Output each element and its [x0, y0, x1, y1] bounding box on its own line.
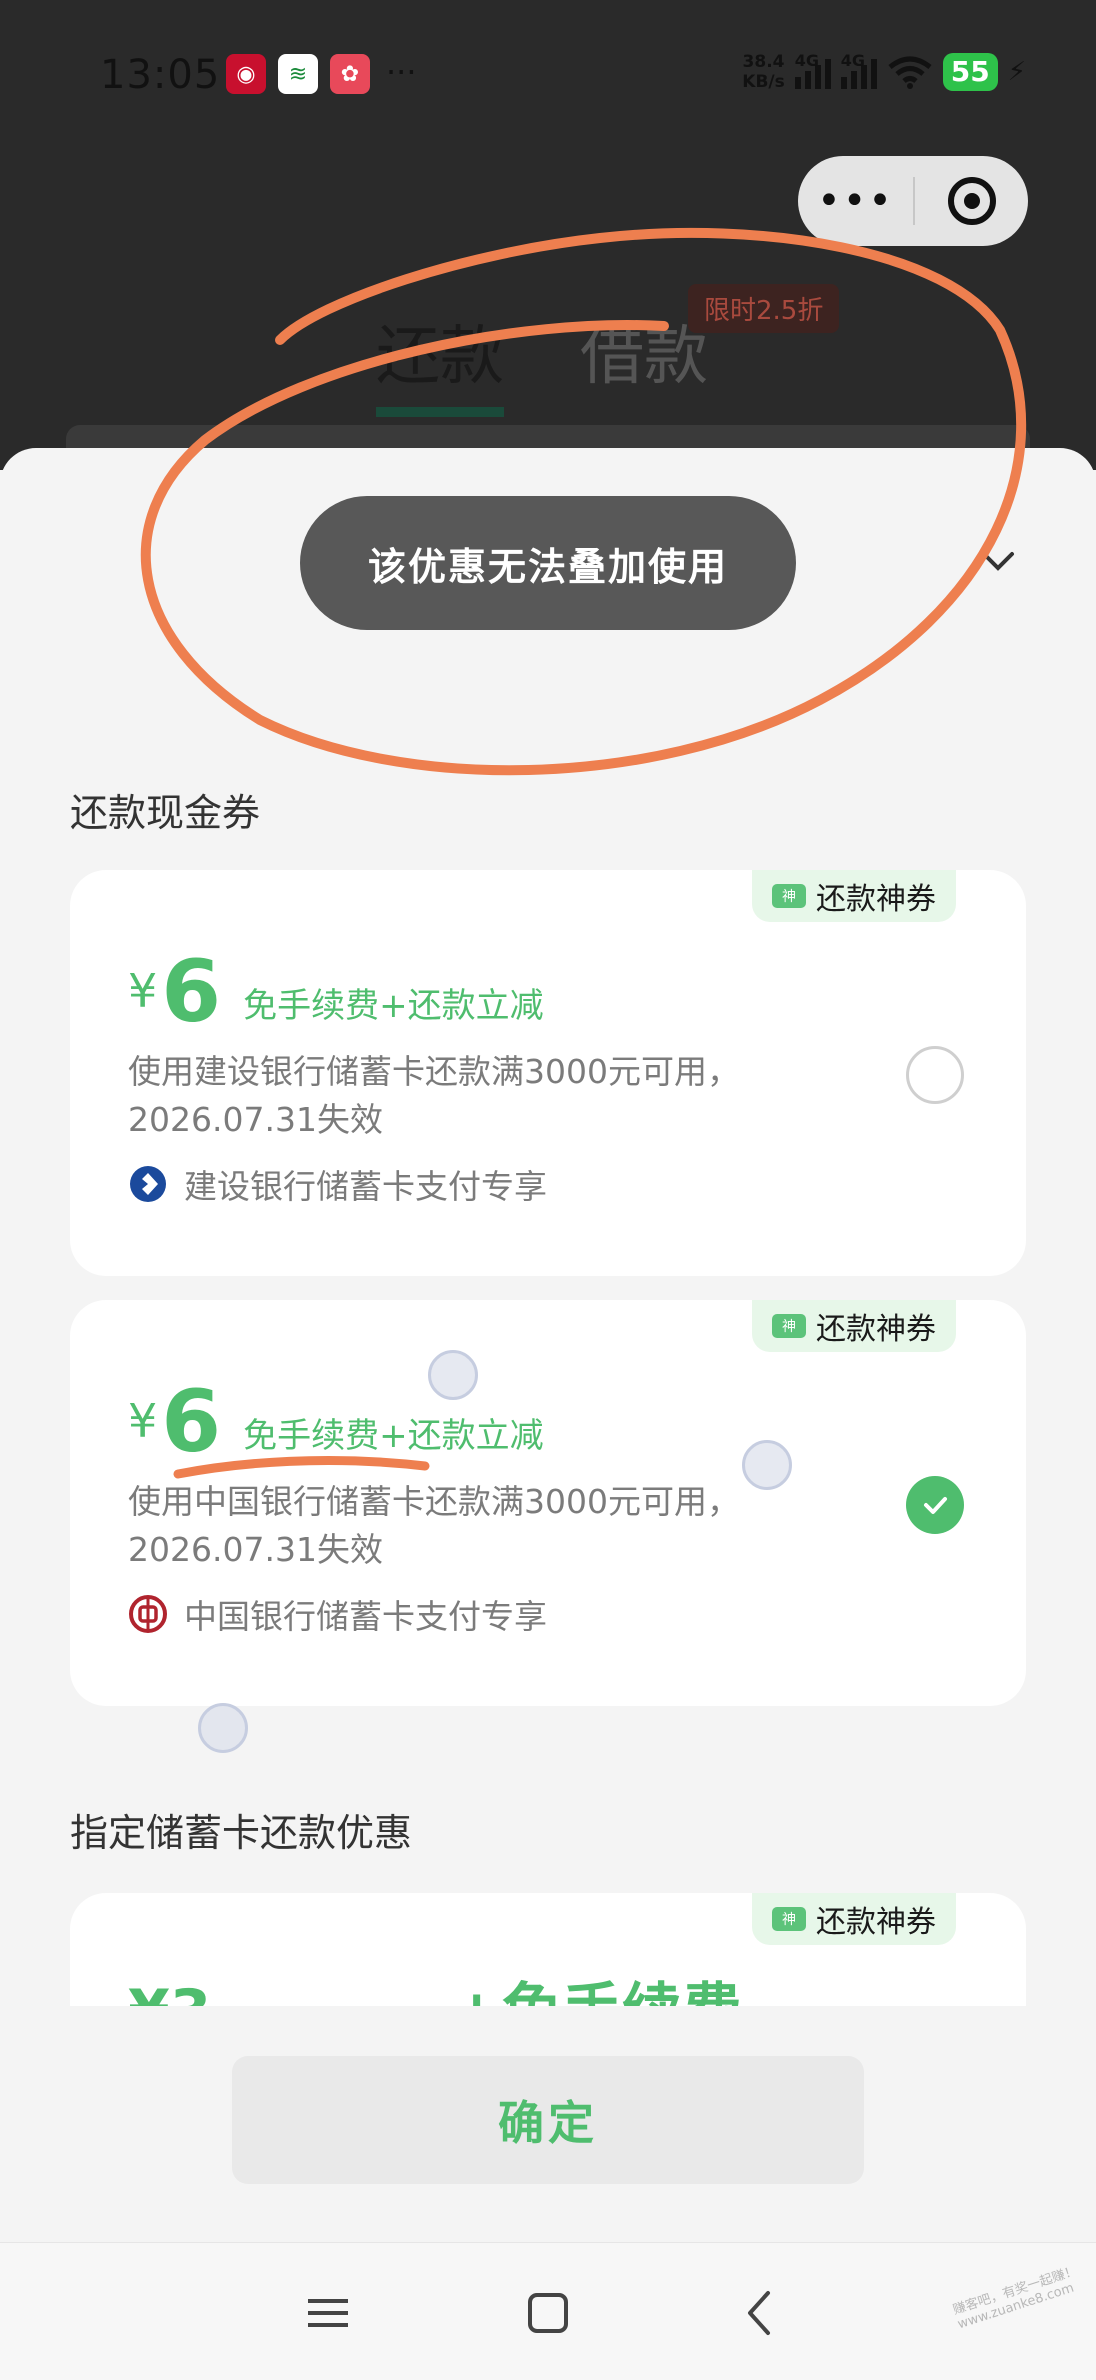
miniprogram-capsule: ••• [798, 156, 1028, 246]
section-title-cash-coupons: 还款现金券 [70, 791, 261, 835]
close-miniprogram-button[interactable] [915, 177, 1028, 225]
top-tabs: 还款 借款 [376, 305, 708, 417]
touch-indicator [428, 1350, 478, 1400]
confirm-bar: 确定 [0, 2006, 1096, 2242]
tab-repay[interactable]: 还款 [376, 305, 504, 417]
status-indicators: 38.4 KB/s 4G 4G 55 ⚡ [742, 51, 1026, 92]
battery-indicator: 55 [942, 53, 998, 91]
shopping-app-icon: ✿ [330, 54, 370, 94]
coupon-tag: 神 还款神券 [752, 1893, 956, 1945]
system-nav-bar [0, 2242, 1096, 2380]
home-button[interactable] [518, 2283, 578, 2343]
network-speed: 38.4 KB/s [742, 52, 785, 92]
touch-indicator [198, 1703, 248, 1753]
more-notifications-icon: ··· [386, 53, 417, 91]
post-bank-app-icon: ≋ [278, 54, 318, 94]
boc-logo-icon [129, 1595, 167, 1633]
confirm-button[interactable]: 确定 [232, 2056, 864, 2184]
coupon-card[interactable]: 神 还款神券 ¥ 6 免手续费+还款立减 使用建设银行储蓄卡还款满3000元可用… [70, 870, 1026, 1276]
ticket-icon: 神 [772, 1907, 806, 1931]
target-icon [947, 177, 996, 225]
chevron-down-icon[interactable] [978, 540, 1018, 580]
boc-app-icon: ◉ [226, 54, 266, 94]
coupon-radio-checked[interactable] [906, 1476, 964, 1534]
charging-icon: ⚡ [1007, 57, 1026, 87]
ticket-icon: 神 [772, 884, 806, 908]
toast-message: 该优惠无法叠加使用 [300, 496, 796, 630]
menu-icon [308, 2299, 348, 2327]
coupon-condition: 使用建设银行储蓄卡还款满3000元可用， 2026.07.31失效 [128, 1052, 740, 1139]
coupon-desc: 免手续费+还款立减 [243, 1416, 544, 1456]
coupon-amount: ¥ 6 免手续费+还款立减 [128, 1372, 544, 1472]
coupon-tag: 神 还款神券 [752, 870, 956, 922]
coupon-bank: 建设银行储蓄卡支付专享 [128, 1160, 547, 1208]
section-title-debit-offers: 指定储蓄卡还款优惠 [70, 1811, 413, 1855]
ccb-logo-icon [130, 1166, 166, 1202]
touch-indicator [742, 1440, 792, 1490]
promo-badge: 限时2.5折 [688, 284, 840, 333]
home-icon [528, 2293, 568, 2333]
signal-icon: 4G [794, 51, 831, 89]
more-dots-icon[interactable]: ••• [798, 178, 913, 224]
coupon-card[interactable]: 神 还款神券 ¥3 +免手续费 [70, 1893, 1026, 2006]
coupon-bank: 中国银行储蓄卡支付专享 [128, 1590, 547, 1638]
status-app-icons: ◉ ≋ ✿ ··· [226, 54, 417, 94]
status-time: 13:05 [100, 52, 221, 98]
status-bar: 13:05 ◉ ≋ ✿ ··· 38.4 KB/s 4G 4G 55 ⚡ [0, 40, 1096, 110]
coupon-radio[interactable] [906, 1046, 964, 1104]
back-button[interactable] [730, 2283, 790, 2343]
wifi-icon [888, 56, 932, 89]
signal-icon-2: 4G [840, 51, 877, 89]
coupon-condition: 使用中国银行储蓄卡还款满3000元可用， 2026.07.31失效 [128, 1482, 740, 1569]
coupon-amount: ¥3 +免手续费 [128, 1963, 742, 2006]
check-icon [924, 1497, 947, 1514]
coupon-card[interactable]: 神 还款神券 ¥ 6 免手续费+还款立减 使用中国银行储蓄卡还款满3000元可用… [70, 1300, 1026, 1706]
menu-button[interactable] [298, 2283, 358, 2343]
coupon-desc: 免手续费+还款立减 [243, 986, 544, 1026]
back-icon [748, 2291, 770, 2335]
coupon-amount: ¥ 6 免手续费+还款立减 [128, 942, 544, 1042]
coupon-tag: 神 还款神券 [752, 1300, 956, 1352]
ticket-icon: 神 [772, 1314, 806, 1338]
